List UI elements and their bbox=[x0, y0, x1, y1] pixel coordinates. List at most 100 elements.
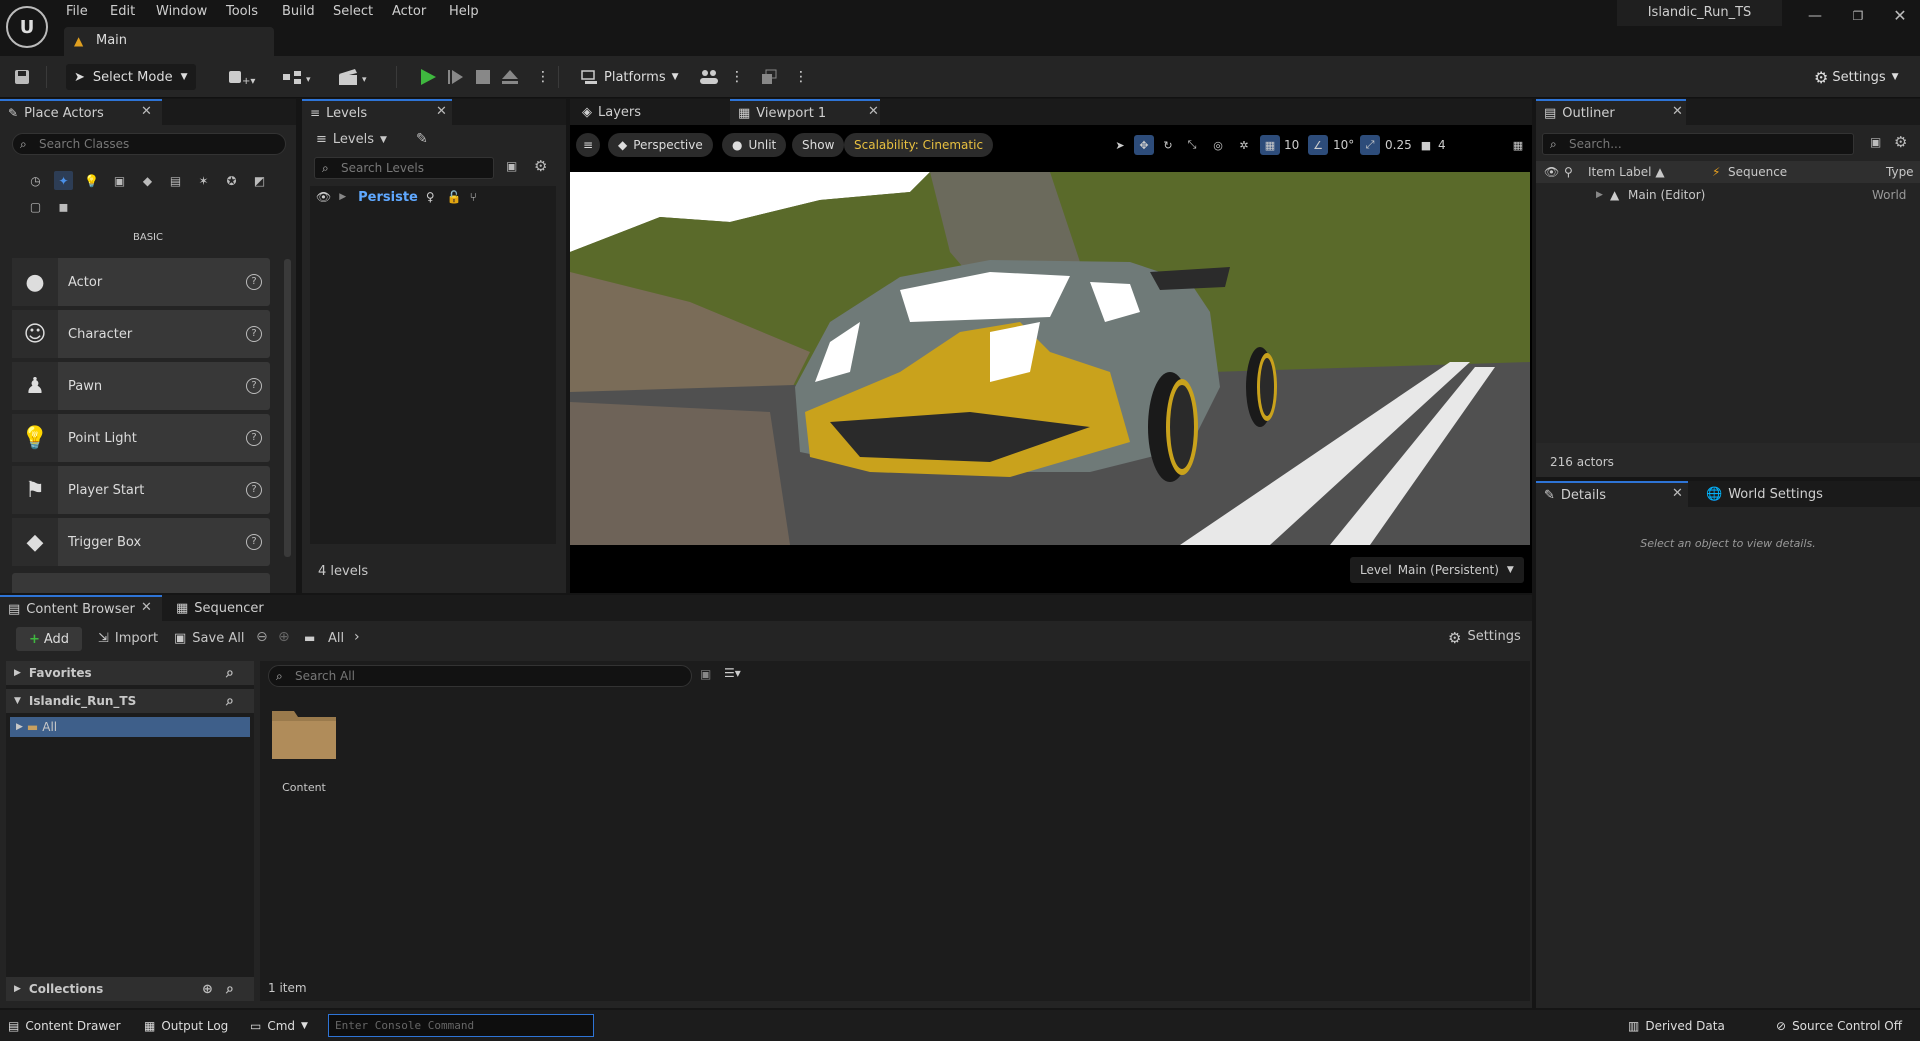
scale-tool-icon[interactable]: ⤡ bbox=[1182, 135, 1202, 155]
lightbulb-icon[interactable]: ♀ bbox=[426, 190, 435, 204]
document-tab-main[interactable]: ▲ Main bbox=[64, 27, 274, 56]
menu-actor[interactable]: Actor bbox=[392, 3, 426, 21]
unreal-logo-icon[interactable]: U bbox=[6, 6, 48, 48]
show-button[interactable]: Show bbox=[792, 133, 845, 157]
save-all-button[interactable]: ▣ Save All bbox=[174, 631, 244, 646]
play-options-icon[interactable]: ⋮ bbox=[536, 64, 550, 90]
tab-outliner[interactable]: ▤ Outliner bbox=[1536, 99, 1686, 125]
more-options-icon[interactable]: ⋮ bbox=[730, 64, 744, 90]
path-all[interactable]: All bbox=[328, 631, 344, 646]
close-tab-icon[interactable]: ✕ bbox=[1672, 104, 1683, 119]
folder-all[interactable]: ▶ ▬ All bbox=[10, 717, 250, 737]
filter-icon[interactable]: ☰▾ bbox=[724, 666, 741, 680]
cinematic-icon[interactable]: ▣ bbox=[110, 171, 129, 190]
content-drawer-button[interactable]: ▤ Content Drawer bbox=[8, 1012, 121, 1040]
basic-icon[interactable]: ✦ bbox=[54, 171, 73, 190]
blueprint-icon[interactable]: ⑂ bbox=[470, 190, 477, 204]
help-icon[interactable]: ? bbox=[246, 326, 262, 342]
close-tab-icon[interactable]: ✕ bbox=[1672, 486, 1683, 501]
more-options-icon[interactable]: ⋮ bbox=[794, 64, 808, 90]
rotation-snap-icon[interactable]: ∠ bbox=[1308, 135, 1328, 155]
menu-select[interactable]: Select bbox=[333, 3, 373, 21]
extra-categories-icon[interactable]: ◼ bbox=[54, 197, 73, 216]
place-item-actor[interactable]: ● Actor? bbox=[12, 258, 270, 306]
help-icon[interactable]: ? bbox=[246, 378, 262, 394]
gear-icon[interactable]: ⚙ bbox=[1894, 133, 1907, 151]
add-button[interactable]: + Add bbox=[16, 627, 82, 651]
search-icon[interactable]: ⌕ bbox=[226, 981, 234, 997]
tab-world-settings[interactable]: 🌐 World Settings bbox=[1698, 481, 1848, 507]
close-tab-icon[interactable]: ✕ bbox=[436, 104, 447, 119]
close-tab-icon[interactable]: ✕ bbox=[141, 600, 152, 615]
all-classes-icon[interactable]: ✪ bbox=[222, 171, 241, 190]
shapes-icon[interactable]: ◩ bbox=[250, 171, 269, 190]
content-folder-tile[interactable]: Content bbox=[270, 707, 338, 794]
menu-help[interactable]: Help bbox=[449, 3, 479, 21]
scalability-button[interactable]: Scalability: Cinematic bbox=[844, 133, 994, 157]
menu-window[interactable]: Window bbox=[156, 3, 207, 21]
place-item-player-start[interactable]: ⚑ Player Start? bbox=[12, 466, 270, 514]
search-levels-input[interactable]: ⌕ Search Levels bbox=[314, 157, 494, 179]
collections-section[interactable]: ▶ Collections ⊕ ⌕ bbox=[6, 977, 254, 1001]
gear-icon[interactable]: ⚙ bbox=[534, 157, 547, 175]
search-classes-input[interactable]: ⌕ Search Classes bbox=[12, 133, 286, 155]
outliner-search-input[interactable]: ⌕ Search... bbox=[1542, 133, 1854, 155]
add-content-button[interactable]: +▾ bbox=[228, 64, 256, 90]
place-item-character[interactable]: ☺ Character? bbox=[12, 310, 270, 358]
minimize-icon[interactable]: — bbox=[1800, 6, 1830, 26]
unlit-button[interactable]: ● Unlit bbox=[722, 133, 787, 157]
derived-data-button[interactable]: ▥ Derived Data bbox=[1628, 1012, 1725, 1040]
search-icon[interactable]: ⌕ bbox=[226, 693, 234, 709]
item-label-column[interactable]: Item Label ▲ bbox=[1588, 165, 1665, 179]
stop-button[interactable] bbox=[474, 64, 492, 90]
expand-arrow-icon[interactable]: ▶ bbox=[339, 192, 346, 202]
save-icon[interactable] bbox=[14, 64, 30, 90]
search-icon[interactable]: ⌕ bbox=[226, 665, 234, 681]
source-control-button[interactable]: ⊘ Source Control Off bbox=[1776, 1012, 1902, 1040]
menu-tools[interactable]: Tools bbox=[226, 3, 258, 21]
tab-sequencer[interactable]: ▦ Sequencer bbox=[168, 595, 318, 621]
level-row[interactable]: 👁 ▶ Persiste ♀ 🔓 ⑂ bbox=[310, 186, 556, 208]
help-icon[interactable]: ? bbox=[246, 430, 262, 446]
settings-dropdown[interactable]: ⚙ Settings ▼ bbox=[1814, 64, 1899, 90]
place-item-pawn[interactable]: ♟ Pawn? bbox=[12, 362, 270, 410]
eject-button[interactable] bbox=[500, 64, 520, 90]
select-tool-icon[interactable]: ➤ bbox=[1110, 135, 1130, 155]
close-window-icon[interactable]: ✕ bbox=[1885, 6, 1915, 26]
current-level-selector[interactable]: Level Main (Persistent) ▼ bbox=[1350, 557, 1524, 583]
tab-content-browser[interactable]: ▤ Content Browser bbox=[0, 595, 162, 621]
help-icon[interactable]: ? bbox=[246, 274, 262, 290]
add-folder-icon[interactable]: ▣ bbox=[1870, 135, 1881, 149]
save-search-icon[interactable]: ▣ bbox=[700, 667, 711, 681]
play-button[interactable] bbox=[418, 64, 438, 90]
platforms-dropdown[interactable]: Platforms ▼ bbox=[580, 64, 679, 90]
content-settings-button[interactable]: ⚙ Settings bbox=[1448, 629, 1521, 647]
advance-frame-button[interactable] bbox=[446, 64, 466, 90]
cmd-dropdown[interactable]: ▭ Cmd ▼ bbox=[250, 1012, 308, 1040]
add-folder-icon[interactable]: ▣ bbox=[506, 159, 517, 173]
lock-icon[interactable]: 🔓 bbox=[447, 190, 462, 204]
hamburger-icon[interactable]: ≡ bbox=[576, 133, 600, 157]
search-assets-input[interactable]: ⌕ Search All bbox=[268, 665, 692, 687]
menu-build[interactable]: Build bbox=[282, 3, 315, 21]
sequence-column[interactable]: Sequence bbox=[1728, 165, 1787, 179]
scale-snap-icon[interactable]: ⤢ bbox=[1360, 135, 1380, 155]
cinematics-button[interactable]: ▾ bbox=[338, 64, 374, 90]
add-collection-icon[interactable]: ⊕ bbox=[202, 982, 213, 997]
tab-details[interactable]: ✎ Details bbox=[1536, 481, 1688, 507]
layout-icon[interactable]: ▦ bbox=[1508, 135, 1528, 155]
grid-snap-icon[interactable]: ▦ bbox=[1260, 135, 1280, 155]
eye-icon[interactable]: 👁 bbox=[316, 190, 331, 204]
forward-icon[interactable]: ⊕ bbox=[278, 629, 290, 645]
rotation-snap-value[interactable]: 10° bbox=[1333, 138, 1354, 152]
type-column[interactable]: Type bbox=[1886, 165, 1914, 179]
source-control-icon[interactable] bbox=[760, 64, 778, 90]
close-tab-icon[interactable]: ✕ bbox=[141, 104, 152, 119]
grid-snap-value[interactable]: 10 bbox=[1284, 138, 1299, 152]
select-mode-dropdown[interactable]: ➤ Select Mode ▼ bbox=[66, 64, 196, 90]
tab-levels[interactable]: ≡ Levels bbox=[302, 99, 452, 125]
tab-viewport[interactable]: ▦ Viewport 1 bbox=[730, 99, 880, 125]
lights-icon[interactable]: 💡 bbox=[82, 171, 101, 190]
favorites-section[interactable]: ▶ Favorites ⌕ bbox=[6, 661, 254, 685]
levels-dropdown[interactable]: ≡ Levels ▼ bbox=[316, 132, 387, 147]
